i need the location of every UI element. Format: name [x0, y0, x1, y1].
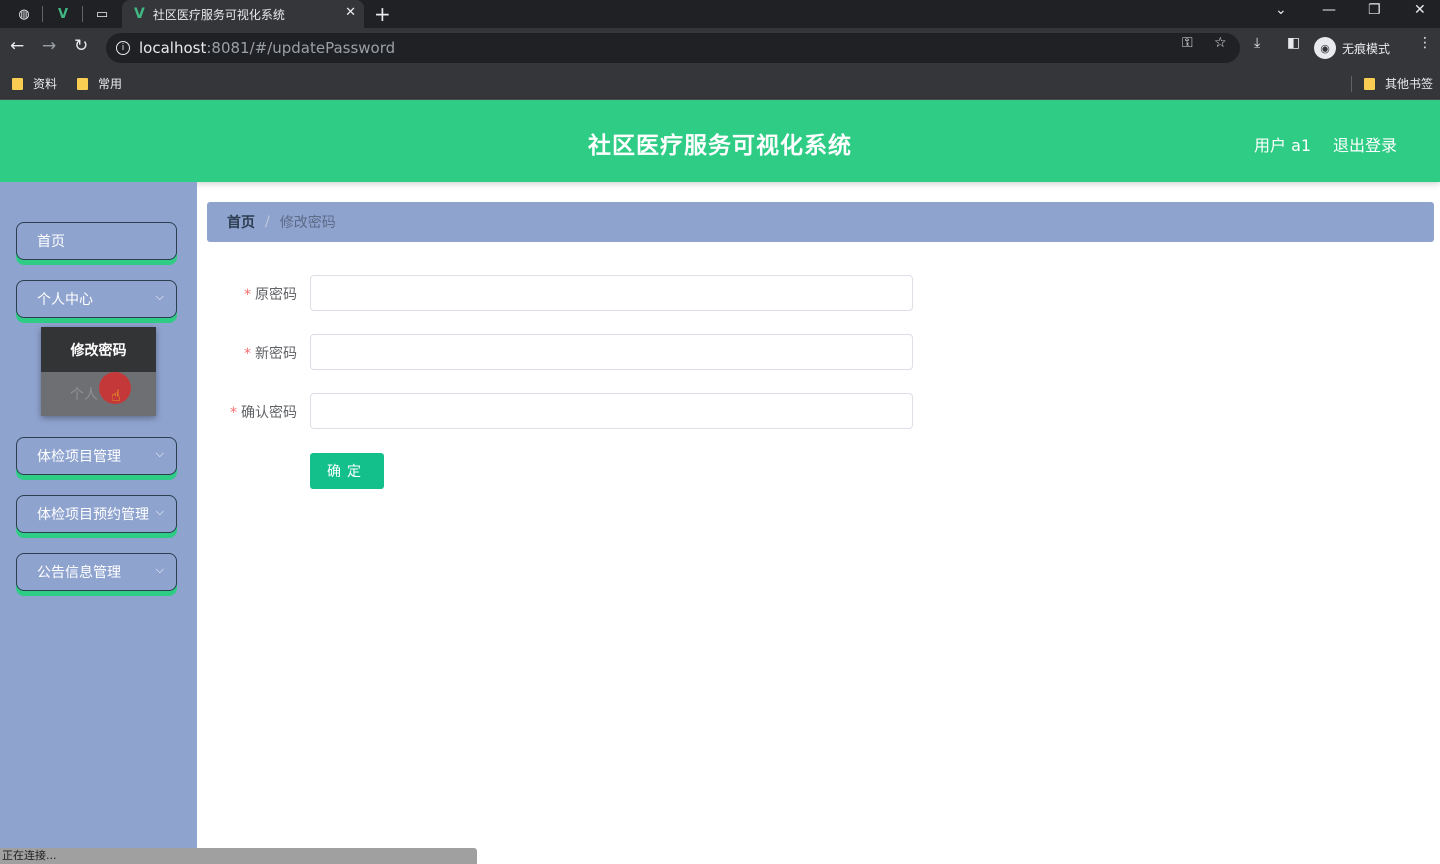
- key-icon[interactable]: ⚿: [1182, 35, 1193, 51]
- sidebar-item-label: 公告信息管理: [37, 565, 121, 581]
- active-tab[interactable]: V 社区医疗服务可视化系统 ✕: [122, 0, 364, 28]
- required-mark: *: [230, 405, 237, 421]
- vue-logo-icon: V: [134, 6, 145, 22]
- restore-icon[interactable]: ❐: [1368, 2, 1381, 18]
- field-label-text: 确认密码: [241, 405, 297, 421]
- breadcrumb-separator: /: [265, 214, 270, 230]
- download-icon[interactable]: ⤓: [1254, 35, 1260, 51]
- new-tab-icon[interactable]: +: [374, 2, 391, 26]
- submenu-item-label: 修改密码: [70, 342, 127, 359]
- current-user: 用户 a1: [1254, 136, 1312, 155]
- old-password-input[interactable]: [310, 275, 913, 311]
- confirm-password-input[interactable]: [310, 393, 913, 429]
- vue-tab-icon[interactable]: V: [51, 3, 75, 25]
- bookmark-separator: [1351, 76, 1352, 92]
- folder-icon: [12, 77, 23, 90]
- reload-icon[interactable]: ↻: [74, 36, 88, 56]
- logout-link[interactable]: 退出登录: [1333, 132, 1397, 156]
- sidebar-item-label: 体检项目管理: [37, 449, 121, 465]
- submenu-item-change-password[interactable]: 修改密码: [41, 327, 156, 372]
- form-row-old-password: * 原密码: [207, 275, 913, 311]
- more-menu-icon[interactable]: ⋮: [1418, 35, 1432, 51]
- chevron-down-icon: ⌵: [155, 447, 164, 460]
- folder-icon: [77, 77, 88, 90]
- other-bookmarks[interactable]: 其他书签: [1364, 75, 1433, 92]
- required-mark: *: [244, 346, 251, 362]
- window-tab-icon[interactable]: ▭: [90, 3, 114, 25]
- star-icon[interactable]: ☆: [1214, 35, 1227, 51]
- sidebar-item-label: 体检项目预约管理: [37, 507, 149, 523]
- close-tab-icon[interactable]: ✕: [345, 5, 356, 20]
- old-password-label: * 原密码: [244, 284, 297, 304]
- tab-title: 社区医疗服务可视化系统: [152, 7, 285, 22]
- url-host: localhost: [139, 39, 207, 57]
- minimize-icon[interactable]: —: [1322, 2, 1336, 18]
- personal-center-submenu: 修改密码 个人 ☝: [41, 327, 156, 416]
- breadcrumb-current: 修改密码: [279, 215, 336, 231]
- required-mark: *: [244, 287, 251, 303]
- sidebar-item-home[interactable]: 首页: [16, 222, 177, 260]
- tab-separator: [82, 6, 83, 22]
- app-header: 社区医疗服务可视化系统 用户 a1 退出登录: [0, 100, 1440, 182]
- sidebar-item-personal-center[interactable]: 个人中心 ⌵: [16, 280, 177, 318]
- submenu-item-label: 个人: [70, 387, 98, 403]
- confirm-password-label: * 确认密码: [230, 402, 297, 422]
- sidebar-item-announcements[interactable]: 公告信息管理 ⌵: [16, 553, 177, 591]
- tab-search-icon[interactable]: ⌄: [1275, 2, 1287, 18]
- form-row-new-password: * 新密码: [207, 334, 913, 370]
- chevron-down-icon: ⌵: [155, 563, 164, 576]
- form-row-confirm-password: * 确认密码: [207, 393, 913, 429]
- bookmark-label: 常用: [98, 77, 123, 91]
- bookmark-label: 资料: [33, 77, 58, 91]
- incognito-indicator[interactable]: ◉ 无痕模式: [1314, 33, 1390, 63]
- globe-icon[interactable]: ◍: [12, 3, 36, 25]
- url-path: :8081/#/updatePassword: [206, 39, 396, 57]
- chevron-down-icon: ⌵: [155, 505, 164, 518]
- other-bookmarks-label: 其他书签: [1385, 77, 1434, 91]
- sidebar-item-label: 首页: [37, 234, 65, 250]
- forward-icon[interactable]: →: [42, 36, 56, 56]
- tab-separator: [42, 6, 43, 22]
- bookmarks-bar: 资料 常用 其他书签: [0, 68, 1440, 100]
- side-panel-icon[interactable]: ◧: [1287, 35, 1300, 51]
- sidebar-item-checkup-appointments[interactable]: 体检项目预约管理 ⌵: [16, 495, 177, 533]
- field-label-text: 新密码: [255, 346, 297, 362]
- breadcrumb-home[interactable]: 首页: [227, 212, 255, 232]
- breadcrumb: 首页 / 修改密码: [207, 202, 1434, 242]
- submenu-item-personal-info[interactable]: 个人 ☝: [41, 372, 156, 416]
- bookmark-folder-1[interactable]: 资料: [12, 75, 57, 92]
- hand-cursor-icon: ☝: [111, 386, 121, 405]
- new-password-label: * 新密码: [244, 343, 297, 363]
- chevron-down-icon: ⌵: [155, 290, 164, 303]
- sidebar-item-checkup-projects[interactable]: 体检项目管理 ⌵: [16, 437, 177, 475]
- address-bar-row: ← → ↻ i localhost:8081/#/updatePassword …: [0, 28, 1440, 68]
- browser-tab-bar: ◍ V ▭ V 社区医疗服务可视化系统 ✕ + ⌄ — ❐ ✕: [0, 0, 1440, 28]
- folder-icon: [1364, 77, 1375, 90]
- confirm-button[interactable]: 确定: [310, 453, 384, 489]
- url-input[interactable]: i localhost:8081/#/updatePassword: [106, 33, 1240, 63]
- site-info-icon[interactable]: i: [116, 41, 130, 55]
- new-password-input[interactable]: [310, 334, 913, 370]
- back-icon[interactable]: ←: [10, 36, 24, 56]
- bookmark-folder-2[interactable]: 常用: [77, 75, 122, 92]
- app-title: 社区医疗服务可视化系统: [588, 133, 852, 159]
- incognito-label: 无痕模式: [1342, 41, 1391, 56]
- incognito-icon: ◉: [1314, 37, 1336, 59]
- browser-status-bar: 正在连接...: [0, 848, 477, 864]
- field-label-text: 原密码: [255, 287, 297, 303]
- close-window-icon[interactable]: ✕: [1414, 2, 1426, 18]
- sidebar-item-label: 个人中心: [37, 292, 93, 308]
